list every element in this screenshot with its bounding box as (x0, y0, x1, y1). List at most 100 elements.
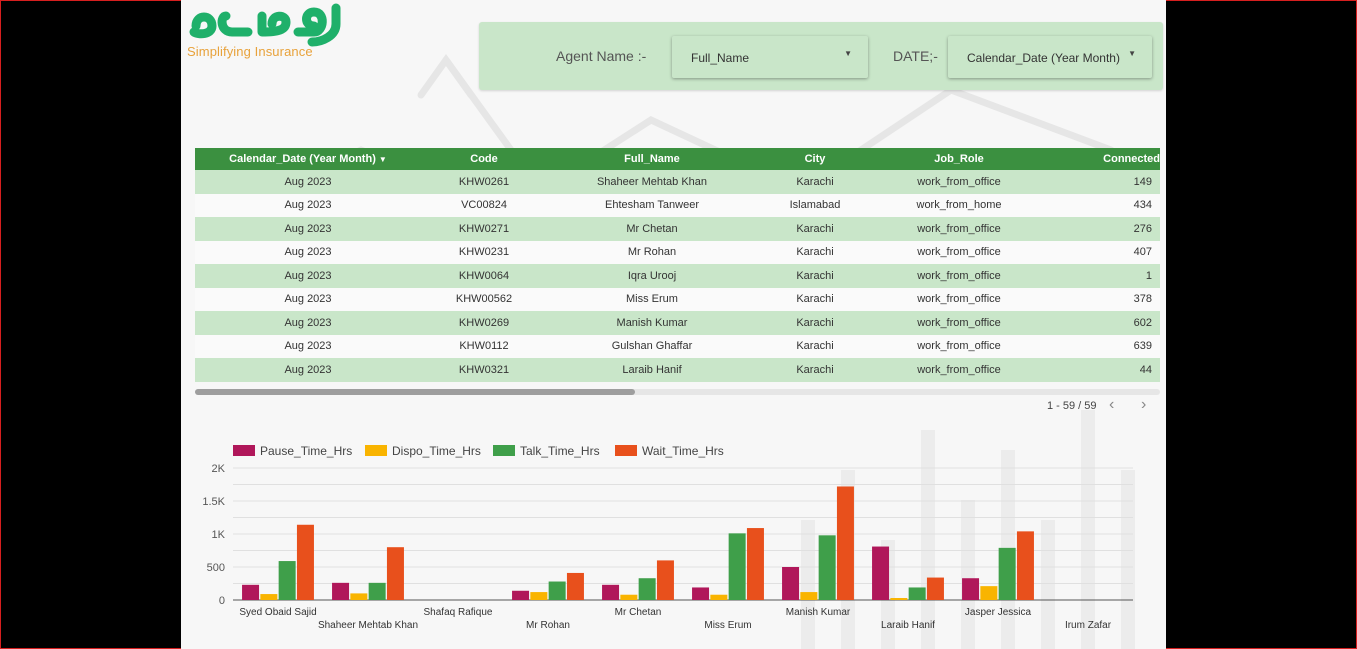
column-header-full-name[interactable]: Full_Name (547, 148, 757, 170)
bar[interactable] (548, 581, 566, 600)
cell-full-name: Ehtesham Tanweer (547, 193, 757, 217)
bar[interactable] (872, 546, 890, 600)
x-tick-label: Miss Erum (704, 620, 751, 631)
cell-full-name: Shaheer Mehtab Khan (547, 170, 757, 194)
bar[interactable] (710, 594, 728, 600)
cell-code: KHW00562 (421, 287, 547, 311)
date-value: Calendar_Date (Year Month) (967, 51, 1120, 65)
horizontal-scrollbar[interactable] (195, 389, 1160, 395)
bar[interactable] (260, 594, 278, 600)
cell-city: Karachi (757, 170, 873, 194)
bar[interactable] (566, 572, 584, 600)
agent-name-label: Agent Name :- (556, 48, 647, 64)
cell-city: Karachi (757, 334, 873, 358)
bar[interactable] (1016, 531, 1034, 600)
cell-connected: 44 (1045, 358, 1160, 382)
x-tick-label: Irum Zafar (1065, 620, 1112, 631)
y-tick-label: 1.5K (202, 496, 225, 508)
bar[interactable] (602, 584, 620, 600)
table-row[interactable]: Aug 2023 KHW0112 Gulshan Ghaffar Karachi wor… (195, 334, 1160, 358)
bar[interactable] (962, 578, 980, 600)
bar[interactable] (656, 560, 674, 600)
bar[interactable] (620, 594, 638, 600)
cell-code: KHW0064 (421, 264, 547, 288)
legend-label: Wait_Time_Hrs (642, 444, 724, 458)
cell-code: VC00824 (421, 193, 547, 217)
column-header-calendar-date[interactable]: Calendar_Date (Year Month) ▼ (195, 148, 421, 170)
cell-city: Karachi (757, 217, 873, 241)
bar[interactable] (278, 561, 296, 600)
caret-down-icon: ▼ (1128, 49, 1136, 58)
bar[interactable] (296, 524, 314, 600)
date-dropdown[interactable]: Calendar_Date (Year Month) ▼ (948, 36, 1152, 78)
bar[interactable] (746, 528, 764, 600)
bar[interactable] (890, 598, 908, 600)
legend-swatch (365, 445, 387, 456)
cell-connected: 276 (1045, 217, 1160, 241)
cell-city: Karachi (757, 240, 873, 264)
bar[interactable] (368, 582, 386, 600)
column-header-code[interactable]: Code (421, 148, 547, 170)
bar[interactable] (818, 535, 836, 600)
pagination-text: 1 - 59 / 59 (1047, 400, 1097, 412)
chevron-left-icon[interactable]: ‹ (1109, 396, 1114, 414)
x-tick-label: Laraib Hanif (881, 620, 935, 631)
bar[interactable] (728, 533, 746, 600)
y-tick-label: 500 (207, 562, 225, 574)
legend-swatch (615, 445, 637, 456)
legend-swatch (493, 445, 515, 456)
table-row[interactable]: Aug 2023 KHW0231 Mr Rohan Karachi work_from_… (195, 240, 1160, 264)
filter-panel: Agent Name :- Full_Name ▼ DATE;- Calenda… (479, 22, 1163, 90)
cell-job-role: work_from_office (873, 287, 1045, 311)
bar[interactable] (386, 547, 404, 600)
table-row[interactable]: Aug 2023 KHW0261 Shaheer Mehtab Khan Karach… (195, 170, 1160, 194)
legend-label: Pause_Time_Hrs (260, 444, 352, 458)
bar[interactable] (530, 592, 548, 600)
table-row[interactable]: Aug 2023 KHW0269 Manish Kumar Karachi work_f… (195, 311, 1160, 335)
cell-job-role: work_from_office (873, 217, 1045, 241)
cell-connected: 378 (1045, 287, 1160, 311)
column-header-job-role[interactable]: Job_Role (873, 148, 1045, 170)
cell-job-role: work_from_office (873, 334, 1045, 358)
bar[interactable] (908, 587, 926, 600)
table-row[interactable]: Aug 2023 VC00824 Ehtesham Tanweer Islamabad… (195, 193, 1160, 217)
table-row[interactable]: Aug 2023 KHW00562 Miss Erum Karachi work_fro… (195, 287, 1160, 311)
bar[interactable] (782, 567, 800, 600)
x-tick-label: Mr Rohan (526, 620, 570, 631)
table-row[interactable]: Aug 2023 KHW0321 Laraib Hanif Karachi work_f… (195, 358, 1160, 382)
cell-connected: 407 (1045, 240, 1160, 264)
cell-full-name: Gulshan Ghaffar (547, 334, 757, 358)
x-tick-label: Jasper Jessica (965, 607, 1032, 618)
agent-table: Calendar_Date (Year Month) ▼ Code Full_N… (195, 148, 1160, 382)
cell-code: KHW0231 (421, 240, 547, 264)
scrollbar-thumb[interactable] (195, 389, 635, 395)
bar[interactable] (800, 592, 818, 600)
bar[interactable] (332, 582, 350, 600)
bar[interactable] (836, 486, 854, 600)
cell-city: Islamabad (757, 193, 873, 217)
bar[interactable] (980, 586, 998, 600)
x-tick-label: Manish Kumar (786, 607, 851, 618)
bar[interactable] (998, 547, 1016, 600)
bar[interactable] (638, 578, 656, 600)
table-row[interactable]: Aug 2023 KHW0271 Mr Chetan Karachi work_from… (195, 217, 1160, 241)
bar[interactable] (512, 590, 530, 600)
cell-city: Karachi (757, 311, 873, 335)
cell-date: Aug 2023 (195, 217, 421, 241)
column-header-city[interactable]: City (757, 148, 873, 170)
column-header-connected[interactable]: Connected (1045, 148, 1160, 170)
chevron-right-icon[interactable]: › (1141, 396, 1146, 414)
table-row[interactable]: Aug 2023 KHW0064 Iqra Urooj Karachi work_fro… (195, 264, 1160, 288)
cell-code: KHW0261 (421, 170, 547, 194)
bar[interactable] (926, 577, 944, 600)
cell-full-name: Miss Erum (547, 287, 757, 311)
cell-job-role: work_from_office (873, 170, 1045, 194)
cell-date: Aug 2023 (195, 311, 421, 335)
bar[interactable] (692, 587, 710, 600)
cell-date: Aug 2023 (195, 170, 421, 194)
bar[interactable] (350, 593, 368, 600)
cell-full-name: Laraib Hanif (547, 358, 757, 382)
cell-connected: 639 (1045, 334, 1160, 358)
bar[interactable] (242, 584, 260, 600)
agent-name-dropdown[interactable]: Full_Name ▼ (672, 36, 868, 78)
